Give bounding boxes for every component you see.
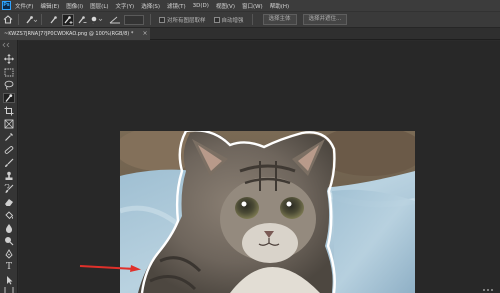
document-tab[interactable]: ~KWZS7JRNA]7?JP0CWDKAO.png @ 100%(RGB/8)… [0,28,150,40]
move-tool-icon[interactable] [3,54,15,64]
menu-type[interactable]: 文字(Y) [116,2,135,10]
menu-bar: Ps 文件(F) 编辑(E) 图像(I) 图层(L) 文字(Y) 选择(S) 滤… [0,0,500,11]
select-subject-button[interactable]: 选择主体 [262,14,297,25]
separator [41,14,42,25]
separator [251,14,253,25]
status-marks-icon [483,289,493,291]
angle-field[interactable] [124,14,144,25]
quick-selection-tool-icon[interactable] [3,93,15,103]
document-tab-title: ~KWZS7JRNA]7?JP0CWDKAO.png @ 100%(RGB/8)… [4,31,134,37]
add-to-selection-icon[interactable] [62,13,74,26]
menu-filter[interactable]: 滤镜(T) [167,2,186,10]
menu-image[interactable]: 图像(I) [66,2,83,10]
clone-stamp-tool-icon[interactable] [3,171,15,181]
path-selection-tool-icon[interactable] [3,275,15,285]
auto-enhance-checkbox[interactable] [213,16,220,23]
frame-tool-icon[interactable] [3,119,15,129]
tools-panel: T [0,40,18,293]
home-icon[interactable] [2,14,14,26]
menu-3d[interactable]: 3D(D) [193,3,209,9]
brush-tool-icon[interactable] [3,158,15,168]
subtract-from-selection-icon[interactable] [76,14,88,26]
panel-collapse-icon[interactable] [0,42,18,48]
history-brush-tool-icon[interactable] [3,184,15,194]
select-and-mask-button[interactable]: 选择并遮住... [302,14,348,25]
new-selection-icon[interactable] [48,14,60,26]
menu-help[interactable]: 帮助(H) [270,2,289,10]
healing-brush-tool-icon[interactable] [3,145,15,155]
auto-enhance-label: 自动增强 [221,17,244,24]
options-bar: · 对所有图层取样 自动增强 选择主体 选择并遮住... [0,11,500,28]
sample-all-layers-label: 对所有图层取样 [167,17,206,24]
type-tool-icon[interactable]: T [3,262,15,272]
eyedropper-tool-icon[interactable] [3,132,15,142]
document-image[interactable] [120,131,415,293]
menu-layer[interactable]: 图层(L) [90,2,108,10]
kitten-photo [120,131,415,293]
document-tab-bar: ~KWZS7JRNA]7?JP0CWDKAO.png @ 100%(RGB/8)… [0,28,500,40]
photoshop-logo-icon: Ps [2,1,11,10]
marquee-tool-icon[interactable] [3,67,15,77]
menu-view[interactable]: 视图(V) [216,2,235,10]
blur-tool-icon[interactable] [3,223,15,233]
menu-select[interactable]: 选择(S) [141,2,160,10]
brush-size-picker-icon[interactable]: · [90,14,104,26]
rectangle-tool-icon[interactable] [3,287,15,293]
separator [18,14,19,25]
red-arrow-annotation [79,265,141,272]
crop-tool-icon[interactable] [3,106,15,116]
separator [150,14,151,25]
dodge-tool-icon[interactable] [3,236,15,246]
menu-edit[interactable]: 编辑(E) [40,2,59,10]
angle-icon [108,14,122,26]
menu-window[interactable]: 窗口(W) [242,2,263,10]
lasso-tool-icon[interactable] [3,80,15,90]
paint-bucket-tool-icon[interactable] [3,210,15,220]
tool-preset-picker-icon[interactable] [25,14,37,26]
menu-file[interactable]: 文件(F) [15,2,33,10]
sample-all-layers-checkbox[interactable] [159,16,165,23]
svg-text:·: · [93,21,94,24]
close-tab-icon[interactable]: × [141,28,149,40]
pen-tool-icon[interactable] [3,249,15,259]
eraser-tool-icon[interactable] [3,197,15,207]
